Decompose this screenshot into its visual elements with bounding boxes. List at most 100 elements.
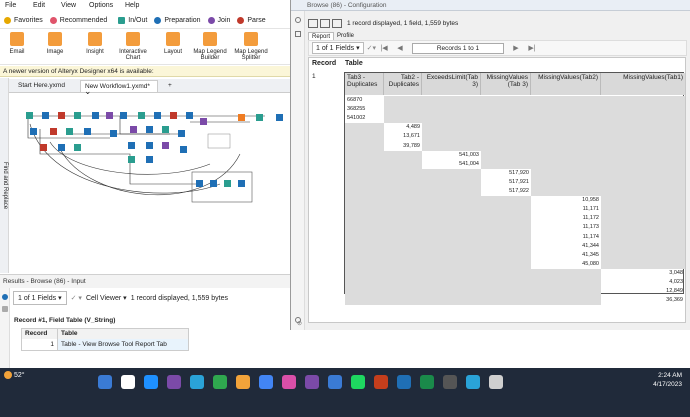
workflow-node[interactable] — [138, 112, 145, 119]
tag-icon[interactable] — [295, 31, 301, 37]
browse-fields-dropdown[interactable]: 1 of 1 Fields ▾ — [312, 42, 364, 54]
workflow-node[interactable] — [40, 144, 47, 151]
edge-dev-icon[interactable] — [213, 375, 227, 389]
results-icon[interactable] — [2, 294, 8, 300]
excel-icon[interactable] — [420, 375, 434, 389]
tool-interactive-chart[interactable]: Interactive Chart — [117, 32, 149, 61]
table-row[interactable]: 1 Table - View Browse Tool Report Tab — [22, 339, 188, 350]
workflow-node[interactable] — [74, 144, 81, 151]
chrome-icon[interactable] — [259, 375, 273, 389]
report-cell[interactable]: 541002 — [345, 114, 384, 123]
workflow-node[interactable] — [162, 126, 169, 133]
panel-resize-handle[interactable]: ⊘ — [297, 320, 302, 327]
report-cell[interactable]: 3,048 — [601, 269, 685, 278]
results-fields-dropdown[interactable]: 1 of 1 Fields ▾ — [13, 291, 67, 305]
menu-file[interactable]: File — [0, 0, 28, 11]
prev-record-button[interactable]: ◀ — [393, 43, 407, 53]
workflow-node[interactable] — [196, 180, 203, 187]
workflow-node[interactable] — [200, 118, 207, 125]
report-cell[interactable]: 41,344 — [531, 242, 601, 251]
workflow-node[interactable] — [238, 180, 245, 187]
workflow-canvas[interactable] — [10, 94, 290, 272]
tool-image[interactable]: Image — [42, 32, 68, 55]
palette-parse[interactable]: Parse — [237, 16, 266, 24]
workflow-node[interactable] — [26, 112, 33, 119]
workflow-node[interactable] — [276, 114, 283, 121]
workflow-node[interactable] — [180, 146, 187, 153]
clock-date[interactable]: 4/17/2023 — [653, 380, 682, 389]
menu-help[interactable]: Help — [120, 0, 148, 11]
report-cell[interactable]: 11,171 — [531, 205, 601, 214]
clock-time[interactable]: 2:24 AM — [653, 371, 682, 380]
layout-vertical-icon[interactable] — [332, 19, 342, 28]
check-icon[interactable]: ✓ ▾ — [71, 294, 82, 302]
report-cell[interactable]: 10,958 — [531, 196, 601, 205]
new-tab-button[interactable]: + — [164, 80, 176, 92]
workflow-node[interactable] — [66, 128, 73, 135]
terminal-icon[interactable] — [443, 375, 457, 389]
workflow-node[interactable] — [30, 128, 37, 135]
tool-insight[interactable]: Insight — [82, 32, 108, 55]
menu-options[interactable]: Options — [84, 0, 120, 11]
find-and-replace-label[interactable]: Find and Replace — [2, 162, 8, 209]
edge-icon[interactable] — [190, 375, 204, 389]
alteryx-icon[interactable] — [466, 375, 480, 389]
report-cell[interactable]: 13,671 — [384, 132, 422, 141]
settings-icon[interactable] — [295, 17, 301, 23]
spotify-icon[interactable] — [351, 375, 365, 389]
palette-favorites[interactable]: Favorites — [4, 16, 43, 24]
report-cell[interactable]: 12,849 — [601, 287, 685, 296]
report-cell[interactable]: 66870 — [345, 96, 384, 105]
palette-join[interactable]: Join — [207, 16, 230, 24]
report-cell[interactable]: 517,920 — [481, 169, 531, 178]
workflow-node[interactable] — [130, 126, 137, 133]
task-view-icon[interactable] — [144, 375, 158, 389]
cell-viewer-dropdown[interactable]: Cell Viewer ▾ — [86, 294, 127, 302]
palette-recommended[interactable]: Recommended — [49, 16, 107, 24]
layout-split-icon[interactable] — [320, 19, 330, 28]
weather-widget[interactable]: 52° — [4, 371, 25, 379]
workflow-node[interactable] — [42, 112, 49, 119]
acrobat-icon[interactable] — [374, 375, 388, 389]
report-cell[interactable]: 36,369 — [601, 296, 685, 305]
next-record-button[interactable]: ▶ — [509, 43, 523, 53]
workflow-node[interactable] — [110, 130, 117, 137]
workflow-node[interactable] — [146, 156, 153, 163]
column-header-record[interactable]: Record — [22, 329, 58, 339]
report-cell[interactable]: 11,174 — [531, 233, 601, 242]
workflow-node[interactable] — [92, 112, 99, 119]
workflow-node[interactable] — [154, 112, 161, 119]
workflow-node[interactable] — [170, 112, 177, 119]
workflow-node[interactable] — [238, 114, 245, 121]
tool-map-legend-splitter[interactable]: Map Legend Splitter — [233, 32, 269, 61]
tab-start-here[interactable]: Start Here.yxmd — [14, 80, 76, 92]
report-cell[interactable]: 11,172 — [531, 214, 601, 223]
first-record-button[interactable]: |◀ — [377, 43, 391, 53]
report-cell[interactable]: 541,003 — [422, 151, 481, 160]
report-cell[interactable]: 368255 — [345, 105, 384, 114]
workflow-node[interactable] — [58, 112, 65, 119]
report-cell[interactable]: 541,004 — [422, 160, 481, 169]
menu-edit[interactable]: Edit — [28, 0, 56, 11]
report-cell[interactable]: 4,489 — [384, 123, 422, 132]
word-icon[interactable] — [397, 375, 411, 389]
tab-new-workflow1[interactable]: New Workflow1.yxmd* ✕ — [80, 80, 158, 98]
workflow-node[interactable] — [84, 128, 91, 135]
search-icon[interactable] — [121, 375, 135, 389]
messages-icon[interactable] — [2, 306, 8, 312]
last-record-button[interactable]: ▶| — [525, 43, 539, 53]
workflow-node[interactable] — [74, 112, 81, 119]
workflow-node[interactable] — [210, 180, 217, 187]
report-cell[interactable]: 4,023 — [601, 278, 685, 287]
report-cell[interactable]: 45,080 — [531, 260, 601, 269]
chrome-icon[interactable] — [236, 375, 250, 389]
workflow-node[interactable] — [50, 128, 57, 135]
report-cell[interactable]: 517,922 — [481, 187, 531, 196]
workflow-node[interactable] — [120, 112, 127, 119]
column-header-table[interactable]: Table — [58, 329, 188, 339]
report-cell[interactable]: 517,921 — [481, 178, 531, 187]
onenote-icon[interactable] — [305, 375, 319, 389]
report-cell[interactable]: 11,173 — [531, 223, 601, 232]
palette-preparation[interactable]: Preparation — [154, 16, 201, 24]
workflow-node[interactable] — [106, 112, 113, 119]
